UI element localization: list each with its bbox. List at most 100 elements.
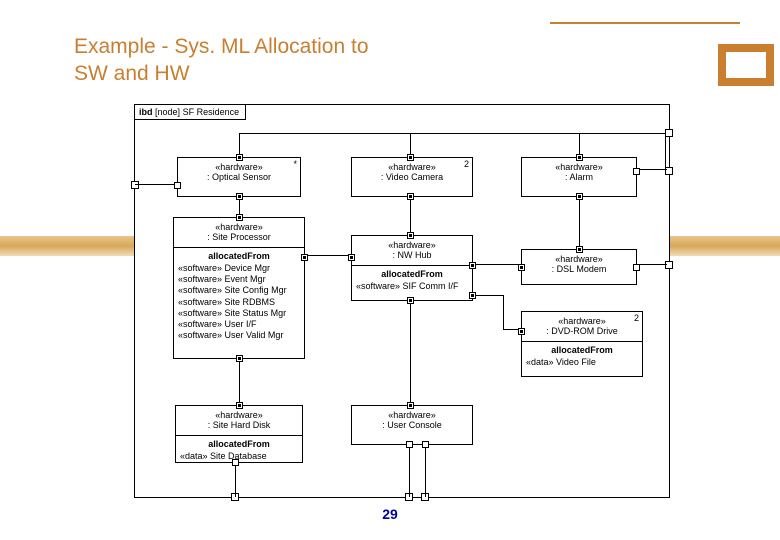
multiplicity: 2: [634, 313, 639, 323]
stereotype-label: «hardware»: [525, 162, 633, 172]
block-port: [236, 214, 243, 221]
alloc-name: User Valid Mgr: [225, 330, 284, 340]
block-port: [633, 264, 640, 271]
stereotype-label: «hardware»: [179, 410, 299, 420]
frame-kind: [node]: [155, 107, 180, 117]
block-port: [348, 254, 355, 261]
alloc-stereotype: «software»: [178, 274, 222, 284]
stereotype-label: «hardware»: [181, 162, 297, 172]
block-user-console: «hardware» : User Console: [351, 405, 473, 445]
alloc-name: Device Mgr: [225, 263, 271, 273]
block-port: [407, 232, 414, 239]
connector: [409, 447, 410, 497]
block-port: [406, 441, 413, 448]
alloc-name: User I/F: [225, 319, 257, 329]
connector: [473, 295, 503, 296]
alloc-stereotype: «software»: [178, 308, 222, 318]
block-name: : Site Processor: [177, 232, 301, 242]
block-name: : NW Hub: [355, 250, 469, 260]
block-name: : DVD-ROM Drive: [525, 326, 639, 336]
allocated-from-compartment: allocatedFrom «software» Device Mgr «sof…: [174, 247, 304, 345]
connector: [579, 198, 580, 248]
stereotype-label: «hardware»: [355, 240, 469, 250]
page-number: 29: [0, 506, 780, 522]
block-video-camera: «hardware» : Video Camera 2: [351, 157, 473, 197]
allocated-from-compartment: allocatedFrom «data» Video File: [522, 341, 642, 372]
block-port: [407, 402, 414, 409]
frame-port: [665, 261, 673, 269]
frame-port: [131, 181, 139, 189]
block-port: [174, 182, 181, 189]
stereotype-label: «hardware»: [525, 254, 633, 264]
block-port: [633, 168, 640, 175]
multiplicity: 2: [464, 159, 469, 169]
alloc-stereotype: «data»: [526, 357, 554, 367]
frame-port: [665, 129, 673, 137]
block-nw-hub: «hardware» : NW Hub allocatedFrom «softw…: [351, 235, 473, 301]
block-alarm: «hardware» : Alarm: [521, 157, 637, 197]
block-port: [301, 254, 308, 261]
alloc-stereotype: «software»: [356, 281, 400, 291]
page-title: Example - Sys. ML Allocation to SW and H…: [74, 34, 369, 88]
block-port: [407, 297, 414, 304]
block-name: : DSL Modem: [525, 264, 633, 274]
connector: [410, 198, 411, 234]
allocated-from-compartment: allocatedFrom «software» SIF Comm I/F: [352, 265, 472, 296]
block-port: [407, 154, 414, 161]
alloc-stereotype: «software»: [178, 330, 222, 340]
compartment-header: allocatedFrom: [356, 269, 468, 280]
alloc-name: Site Config Mgr: [225, 285, 287, 295]
block-port: [576, 154, 583, 161]
multiplicity: *: [293, 159, 297, 169]
frame-label: ibd [node] SF Residence: [135, 105, 246, 120]
block-port: [407, 193, 414, 200]
block-site-processor: «hardware» : Site Processor allocatedFro…: [173, 217, 305, 359]
compartment-header: allocatedFrom: [526, 345, 638, 356]
frame-name: SF Residence: [183, 107, 240, 117]
block-name: : Video Camera: [355, 172, 469, 182]
connector: [665, 133, 666, 169]
alloc-name: Event Mgr: [225, 274, 266, 284]
block-port: [576, 246, 583, 253]
block-name: : Site Hard Disk: [179, 420, 299, 430]
block-dsl-modem: «hardware» : DSL Modem: [521, 249, 637, 285]
connector: [425, 447, 426, 497]
connector: [239, 133, 665, 134]
ibd-frame: ibd [node] SF Residence «hardware»: [134, 104, 670, 498]
block-name: : Optical Sensor: [181, 172, 297, 182]
block-port: [518, 328, 525, 335]
block-port: [576, 193, 583, 200]
block-name: : Alarm: [525, 172, 633, 182]
title-line-1: Example - Sys. ML Allocation to: [74, 35, 369, 58]
block-port: [469, 262, 476, 269]
connector: [305, 255, 351, 256]
block-port: [236, 402, 243, 409]
stereotype-label: «hardware»: [177, 222, 301, 232]
stereotype-label: «hardware»: [355, 162, 469, 172]
block-port: [518, 264, 525, 271]
title-line-2: SW and HW: [74, 62, 190, 85]
block-port: [232, 459, 239, 466]
alloc-stereotype: «software»: [178, 319, 222, 329]
connector: [235, 463, 236, 497]
connector: [637, 264, 667, 265]
stereotype-label: «hardware»: [525, 316, 639, 326]
alloc-name: Site Status Mgr: [225, 308, 287, 318]
connector: [135, 184, 177, 185]
connector: [410, 303, 411, 405]
stereotype-label: «hardware»: [355, 410, 469, 420]
accent-rule: [550, 22, 740, 24]
block-port: [236, 154, 243, 161]
block-port: [236, 355, 243, 362]
block-port: [422, 441, 429, 448]
block-port: [236, 193, 243, 200]
compartment-header: allocatedFrom: [180, 439, 298, 450]
connector: [637, 169, 667, 170]
compartment-header: allocatedFrom: [178, 251, 300, 262]
connector: [473, 264, 521, 265]
alloc-stereotype: «software»: [178, 285, 222, 295]
accent-block: [718, 44, 774, 86]
alloc-stereotype: «data»: [180, 451, 208, 461]
alloc-name: Video File: [556, 357, 596, 367]
allocated-from-compartment: allocatedFrom «data» Site Database: [176, 435, 302, 466]
